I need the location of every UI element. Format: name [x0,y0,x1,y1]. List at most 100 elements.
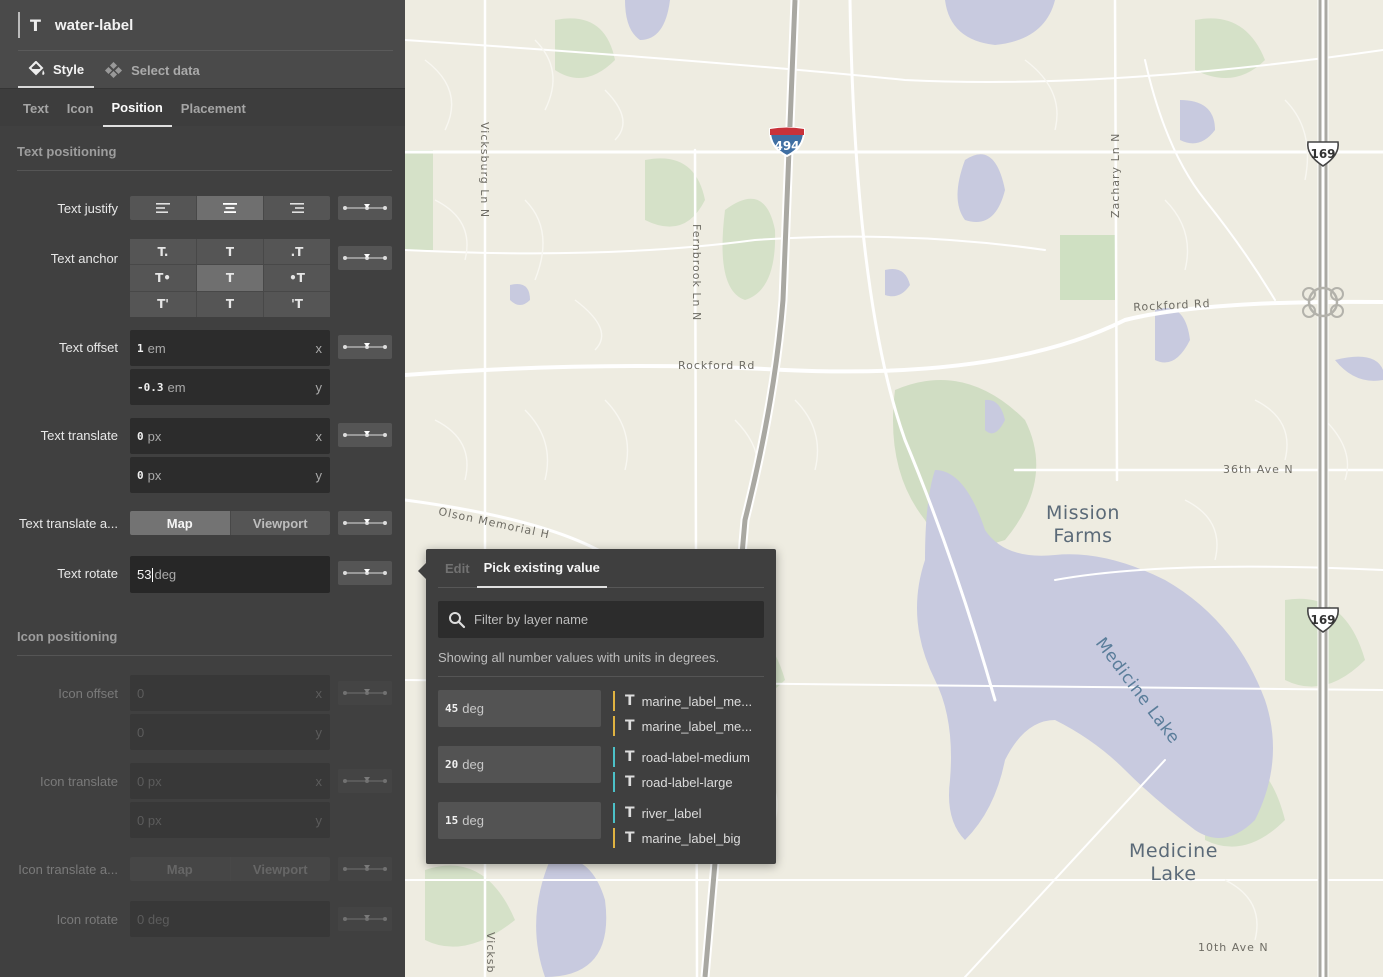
text-offset-y-input[interactable]: -0.3 em y [130,369,330,405]
text-translate-y-input[interactable]: 0 px y [130,457,330,493]
translate-anchor-viewport-option[interactable]: Viewport [229,511,330,535]
anchor-function-button[interactable] [338,246,392,270]
anchor-center-button[interactable]: T [197,265,263,291]
tab-edit[interactable]: Edit [438,549,477,588]
icon-anchor-map-option[interactable]: Map [130,857,230,881]
value-option-button[interactable]: 20 deg [438,746,601,783]
popover-arrow [418,563,426,579]
layer-name: water-label [54,16,134,34]
translate-function-button[interactable] [338,423,392,447]
icon-rotate-function-button[interactable] [338,907,392,931]
icon-offset-function-button[interactable] [338,681,392,705]
layer-reference[interactable]: T marine_label_me... [613,716,752,736]
road-label: Rockford Rd [678,359,756,372]
value-number: 15 [445,814,459,827]
subtab-position[interactable]: Position [102,89,172,127]
justify-left-button[interactable] [130,196,197,220]
layer-reference[interactable]: T marine_label_me... [613,691,752,711]
value-option-button[interactable]: 45 deg [438,690,601,727]
text-translate-label: Text translate [40,428,118,443]
icon-offset-x-input[interactable]: 0 x [130,675,330,711]
layer-color-bar [613,716,615,736]
text-layer-icon: T [625,718,635,734]
anchor-right-button[interactable]: •T [264,265,330,291]
text-positioning-title: Text positioning [17,144,117,159]
tab-style-label: Style [53,61,85,77]
layer-reference[interactable]: T road-label-medium [613,747,750,767]
offset-function-button[interactable] [338,335,392,359]
subtab-icon[interactable]: Icon [58,89,103,127]
icon-translate-y-value: 0 px [137,812,162,828]
icon-translate-function-button[interactable] [338,769,392,793]
shield-number: 169 [1310,147,1336,161]
text-rotate-input[interactable]: 53 deg [130,556,330,593]
icon-translate-anchor-function-button[interactable] [338,857,392,881]
justify-center-button[interactable] [197,196,264,220]
anchor-bottom-button[interactable]: T [197,291,263,317]
text-translate-x-input[interactable]: 0 px x [130,418,330,454]
anchor-top-button[interactable]: T [197,239,263,265]
icon-translate-y-input[interactable]: 0 px y [130,802,330,838]
icon-rotate-input[interactable]: 0 deg [130,901,330,937]
translate-anchor-function-button[interactable] [338,511,392,535]
anchor-left-button[interactable]: T• [130,265,196,291]
section-divider [17,655,392,656]
tab-style[interactable]: Style [18,52,95,88]
offset-x-value: 1 [137,341,144,355]
us-route-shield-icon: 169 [1305,141,1341,167]
anchor-top-right-button[interactable]: .T [264,239,330,265]
value-number: 20 [445,758,459,771]
icon-offset-y-axis: y [315,724,323,740]
rotate-function-button[interactable] [338,561,392,585]
text-justify-label: Text justify [57,201,118,216]
text-offset-label: Text offset [58,340,118,355]
us-route-shield-icon: 169 [1305,607,1341,633]
tab-pick-existing-value[interactable]: Pick existing value [476,549,607,588]
layer-reference-name: road-label-large [641,774,733,790]
layer-color-bar [613,747,615,767]
icon-offset-y-input[interactable]: 0 y [130,714,330,750]
translate-x-value: 0 [137,429,144,443]
layer-filter-search [438,601,764,638]
text-rotate-label: Text rotate [57,566,118,581]
text-anchor-label: Text anchor [50,251,118,266]
layer-filter-input[interactable] [474,612,744,627]
text-layer-icon: T [625,805,635,821]
anchor-top-left-button[interactable]: T. [130,239,196,265]
text-anchor-grid: T. T .T T• T •T T' T 'T [130,239,330,317]
layer-reference[interactable]: T road-label-large [613,772,733,792]
icon-translate-x-value: 0 px [137,773,162,789]
function-slider-icon [343,204,387,210]
tab-select-data[interactable]: Select data [94,52,210,88]
sub-tabs: Text Icon Position Placement [14,89,255,127]
anchor-bottom-right-button[interactable]: 'T [264,291,330,317]
layer-color-bar [613,803,615,823]
layer-reference[interactable]: T river_label [613,803,702,823]
subtab-text[interactable]: Text [14,89,58,127]
layer-reference-name: river_label [641,805,702,821]
justify-function-button[interactable] [338,196,392,220]
text-layer-icon: T [625,749,635,765]
layer-reference[interactable]: T marine_label_big [613,828,741,848]
place-label: Medicine Lake [1129,840,1218,885]
justify-right-button[interactable] [264,196,330,220]
subtab-placement[interactable]: Placement [172,89,255,127]
anchor-bottom-left-button[interactable]: T' [130,291,196,317]
layer-color-bar [613,691,615,711]
layer-reference-name: marine_label_big [641,830,741,846]
function-slider-icon [343,689,387,695]
offset-y-value: -0.3 [137,380,164,394]
sub-tabs-bar: Text Icon Position Placement [0,88,405,127]
icon-anchor-viewport-option[interactable]: Viewport [229,857,330,881]
function-slider-icon [343,254,387,260]
value-option-button[interactable]: 15 deg [438,802,601,839]
icon-translate-anchor-label: Icon translate a... [18,862,118,877]
text-layer-icon: T [625,774,635,790]
function-slider-icon [343,865,387,871]
function-slider-icon [343,519,387,525]
translate-anchor-map-option[interactable]: Map [130,511,230,535]
text-offset-x-input[interactable]: 1 em x [130,330,330,366]
popover-tabs: Edit Pick existing value [438,549,764,588]
translate-x-axis: x [315,428,323,444]
icon-translate-x-input[interactable]: 0 px x [130,763,330,799]
